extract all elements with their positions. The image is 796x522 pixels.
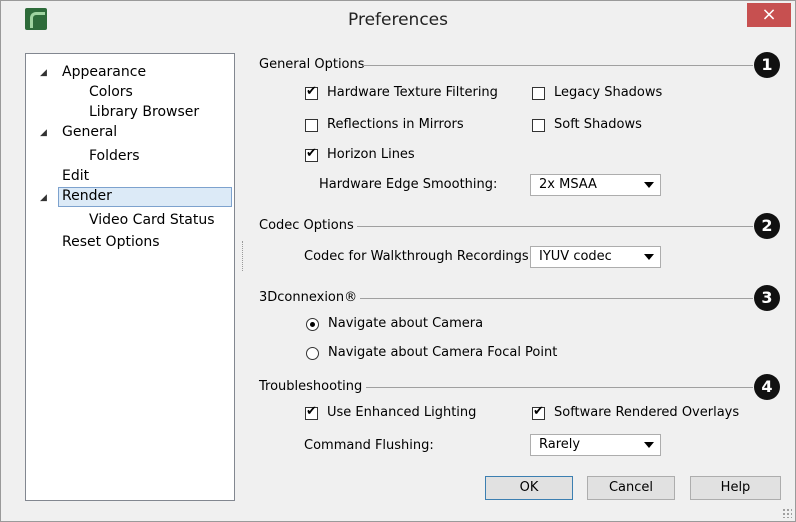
codec-dropdown[interactable]: IYUV codec — [530, 246, 661, 268]
tree-item-edit[interactable]: Edit — [62, 168, 89, 184]
group-divider — [357, 226, 753, 227]
callout-badge-2: 2 — [754, 213, 780, 239]
connexion-title: 3Dconnexion® — [259, 290, 358, 305]
preferences-tree[interactable]: ◢ Appearance Colors Library Browser ◢ Ge… — [25, 53, 235, 501]
hardware-texture-filtering-label[interactable]: Hardware Texture Filtering — [327, 85, 498, 100]
edge-smoothing-value: 2x MSAA — [539, 177, 597, 192]
tree-item-general[interactable]: General — [62, 124, 117, 140]
chevron-down-icon — [644, 182, 654, 188]
expand-arrow-icon[interactable]: ◢ — [40, 193, 47, 203]
cancel-button[interactable]: Cancel — [587, 476, 675, 500]
tree-item-reset-options[interactable]: Reset Options — [62, 234, 160, 250]
troubleshooting-title: Troubleshooting — [259, 379, 363, 394]
expand-arrow-icon[interactable]: ◢ — [40, 128, 47, 138]
tree-item-folders[interactable]: Folders — [89, 148, 140, 164]
tree-item-render[interactable]: Render — [58, 187, 232, 207]
codec-value: IYUV codec — [539, 249, 612, 264]
chevron-down-icon — [644, 442, 654, 448]
group-divider — [360, 298, 753, 299]
callout-badge-3: 3 — [754, 285, 780, 311]
resize-grip-icon[interactable] — [782, 508, 792, 518]
legacy-shadows-checkbox[interactable] — [532, 87, 545, 100]
chevron-down-icon — [644, 254, 654, 260]
command-flushing-label: Command Flushing: — [304, 438, 434, 453]
tree-item-render-label: Render — [62, 188, 112, 204]
group-divider — [363, 65, 753, 66]
navigate-camera-radio[interactable] — [306, 318, 319, 331]
edge-smoothing-label: Hardware Edge Smoothing: — [319, 177, 498, 192]
expand-arrow-icon[interactable]: ◢ — [40, 68, 47, 78]
soft-shadows-label[interactable]: Soft Shadows — [554, 117, 642, 132]
close-icon: × — [761, 4, 777, 25]
navigate-focal-point-radio[interactable] — [306, 347, 319, 360]
tree-item-video-card-status[interactable]: Video Card Status — [89, 212, 215, 228]
edge-smoothing-dropdown[interactable]: 2x MSAA — [530, 174, 661, 196]
software-overlays-label[interactable]: Software Rendered Overlays — [554, 405, 739, 420]
navigate-focal-point-label[interactable]: Navigate about Camera Focal Point — [328, 345, 557, 360]
software-overlays-checkbox[interactable] — [532, 404, 545, 420]
callout-badge-4: 4 — [754, 374, 780, 400]
hardware-texture-filtering-checkbox[interactable] — [305, 84, 318, 100]
command-flushing-value: Rarely — [539, 437, 581, 452]
tree-item-appearance[interactable]: Appearance — [62, 64, 146, 80]
group-divider — [366, 387, 753, 388]
callout-badge-1: 1 — [754, 52, 780, 78]
preferences-window: Preferences × ◢ Appearance Colors Librar… — [0, 0, 796, 522]
close-button[interactable]: × — [747, 3, 791, 27]
window-title: Preferences — [348, 10, 448, 30]
reflections-in-mirrors-checkbox[interactable] — [305, 119, 318, 132]
tree-item-library-browser[interactable]: Library Browser — [89, 104, 199, 120]
navigate-camera-label[interactable]: Navigate about Camera — [328, 316, 483, 331]
codec-options-title: Codec Options — [259, 218, 354, 233]
enhanced-lighting-label[interactable]: Use Enhanced Lighting — [327, 405, 476, 420]
help-button[interactable]: Help — [690, 476, 781, 500]
horizon-lines-checkbox[interactable] — [305, 146, 318, 162]
general-options-title: General Options — [259, 57, 365, 72]
legacy-shadows-label[interactable]: Legacy Shadows — [554, 85, 662, 100]
reflections-in-mirrors-label[interactable]: Reflections in Mirrors — [327, 117, 464, 132]
title-bar[interactable]: Preferences × — [1, 1, 795, 39]
tree-item-colors[interactable]: Colors — [89, 84, 133, 100]
command-flushing-dropdown[interactable]: Rarely — [530, 434, 661, 456]
soft-shadows-checkbox[interactable] — [532, 119, 545, 132]
enhanced-lighting-checkbox[interactable] — [305, 404, 318, 420]
ok-button[interactable]: OK — [485, 476, 573, 500]
panel-splitter[interactable] — [242, 241, 244, 271]
horizon-lines-label[interactable]: Horizon Lines — [327, 147, 415, 162]
codec-label: Codec for Walkthrough Recordings: — [304, 249, 534, 264]
